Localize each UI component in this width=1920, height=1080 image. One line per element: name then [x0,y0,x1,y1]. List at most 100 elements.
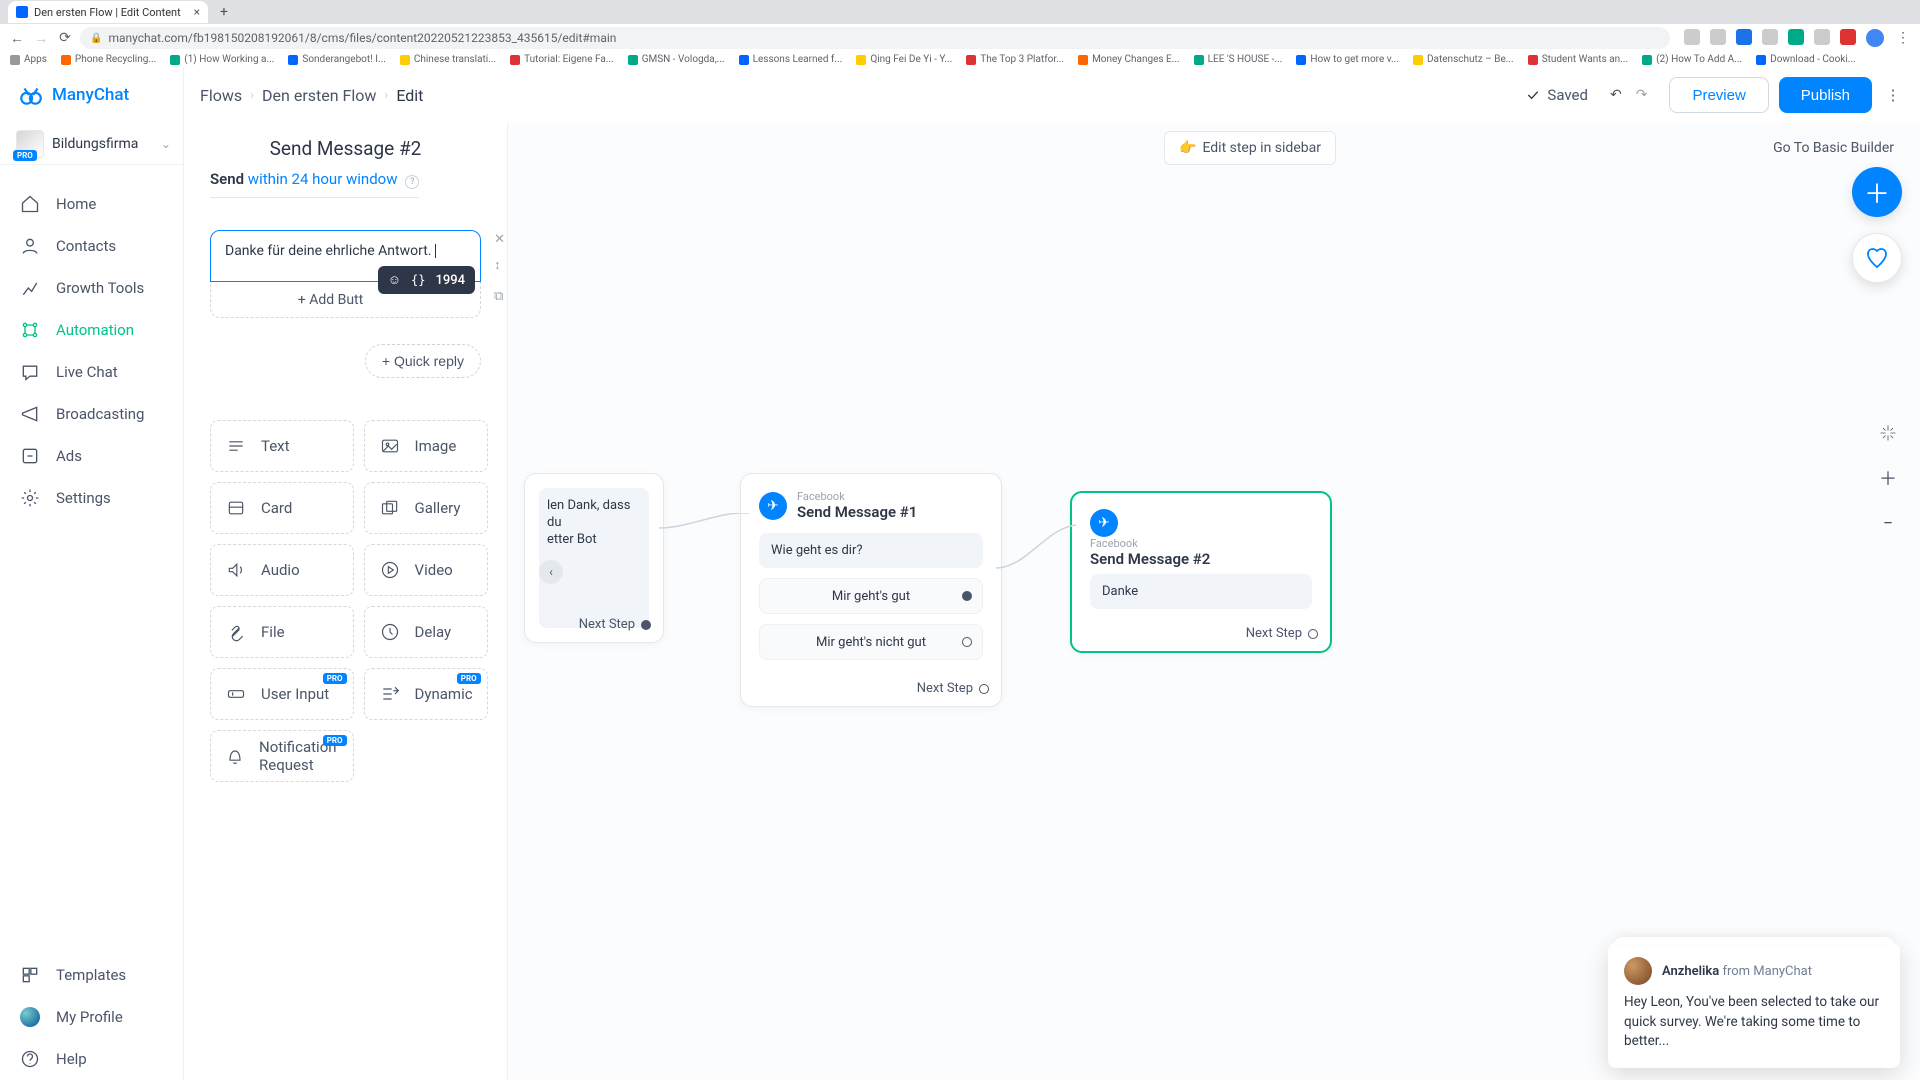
address-bar[interactable]: 🔒 manychat.com/fb198150208192061/8/cms/f… [80,27,1670,49]
nav-ads[interactable]: Ads [0,435,183,477]
nav-home[interactable]: Home [0,183,183,225]
support-chat-popup[interactable]: Anzhelika from ManyChat Hey Leon, You've… [1608,943,1900,1068]
bookmark-item[interactable]: Datenschutz – Be... [1413,54,1514,65]
bookmark-item[interactable]: Phone Recycling... [61,54,156,65]
nav-growth-tools[interactable]: Growth Tools [0,267,183,309]
crumb-flow-name[interactable]: Den ersten Flow [262,86,376,105]
bookmark-item[interactable]: Student Wants an... [1528,54,1628,65]
bookmark-item[interactable]: (1) How Working a... [170,54,274,65]
ext-icon[interactable] [1788,29,1804,45]
nav-my-profile[interactable]: My Profile [0,996,183,1038]
card-icon [225,497,247,519]
zoom-out-button[interactable]: − [1883,513,1893,534]
bookmark-item[interactable]: Download - Cooki... [1756,54,1856,65]
output-port[interactable] [979,684,989,694]
back-icon[interactable]: ← [8,29,26,47]
more-menu-button[interactable]: ⋮ [1882,77,1904,113]
resize-icon[interactable]: ↕ [494,257,505,273]
tab-strip: Den ersten Flow | Edit Content × + [0,0,1920,24]
redo-button[interactable]: ↷ [1636,87,1648,103]
preview-button[interactable]: Preview [1669,77,1768,113]
close-tab-icon[interactable]: × [194,5,200,19]
flow-node-send-message-1[interactable]: ✈ Facebook Send Message #1 Wie geht es d… [740,473,1002,707]
nav-templates[interactable]: Templates [0,954,183,996]
send-window-row[interactable]: Send within 24 hour window ? [210,170,419,198]
add-quick-reply-button[interactable]: + Quick reply [365,344,481,378]
workspace-switcher[interactable]: PRO Bildungsfirma ⌄ [0,123,183,165]
browser-tab[interactable]: Den ersten Flow | Edit Content × [8,1,208,23]
nav-contacts[interactable]: Contacts [0,225,183,267]
bookmark-item[interactable]: (2) How To Add A... [1642,54,1742,65]
crumb-flows[interactable]: Flows [200,86,242,105]
variable-insert-icon[interactable]: {} [411,273,425,287]
editor-title: Send Message #2 [184,123,507,170]
bookmark-favicon [1756,55,1766,65]
bookmark-item[interactable]: Lessons Learned f... [739,54,843,65]
ext-icon[interactable] [1684,29,1700,45]
chrome-avatar[interactable] [1866,29,1884,47]
publish-button[interactable]: Publish [1779,77,1872,113]
block-card[interactable]: Card [210,482,354,534]
undo-button[interactable]: ↶ [1610,87,1622,103]
block-dynamic[interactable]: DynamicPRO [364,668,488,720]
logo[interactable]: ManyChat [0,67,183,123]
bookmark-item[interactable]: Apps [10,54,47,65]
ext-icon[interactable] [1736,29,1752,45]
nav-live-chat[interactable]: Live Chat [0,351,183,393]
emoji-picker-icon[interactable]: ☺ [388,272,401,288]
output-port[interactable] [641,620,651,630]
flow-node-send-message-2[interactable]: ✈ Facebook Send Message #2 Danke Next St… [1070,491,1332,653]
chrome-menu-icon[interactable]: ⋮ [1894,29,1912,47]
output-port[interactable] [1308,629,1318,639]
auto-layout-icon[interactable] [1878,423,1898,443]
workspace-name: Bildungsfirma [52,136,153,152]
ext-icon[interactable] [1840,29,1856,45]
edit-step-in-sidebar-pill[interactable]: 👉 Edit step in sidebar [1164,131,1336,165]
bookmark-item[interactable]: Sonderangebot! I... [288,54,385,65]
bookmark-item[interactable]: How to get more v... [1296,54,1399,65]
close-block-icon[interactable]: ✕ [494,232,505,247]
address-row: ← → ⟳ 🔒 manychat.com/fb198150208192061/8… [0,24,1920,52]
block-notification-request[interactable]: Notification RequestPRO [210,730,354,782]
collapse-panel-icon[interactable]: ‹ [539,560,563,584]
bookmark-item[interactable]: The Top 3 Platfor... [966,54,1064,65]
block-gallery[interactable]: Gallery [364,482,488,534]
ext-icon[interactable] [1814,29,1830,45]
quick-reply-option[interactable]: Mir geht's nicht gut [759,624,983,660]
add-step-fab[interactable]: ＋ [1852,167,1902,217]
ext-icon[interactable] [1762,29,1778,45]
favorite-fab[interactable] [1852,233,1902,283]
block-text[interactable]: Text [210,420,354,472]
new-tab-button[interactable]: + [214,2,234,22]
help-tooltip-icon[interactable]: ? [405,175,419,189]
nav-help[interactable]: Help [0,1038,183,1080]
bookmark-item[interactable]: Qing Fei De Yi - Y... [856,54,952,65]
bookmark-item[interactable]: GMSN - Vologda,... [628,54,725,65]
go-to-basic-builder-button[interactable]: Go To Basic Builder [1759,131,1908,165]
block-file[interactable]: File [210,606,354,658]
bookmark-item[interactable]: LEE 'S HOUSE -... [1194,54,1283,65]
block-delay[interactable]: Delay [364,606,488,658]
block-audio[interactable]: Audio [210,544,354,596]
nav-automation[interactable]: Automation [0,309,183,351]
block-video[interactable]: Video [364,544,488,596]
output-port[interactable] [962,591,972,601]
bookmark-item[interactable]: Tutorial: Eigene Fa... [510,54,614,65]
bookmark-item[interactable]: Money Changes E... [1078,54,1180,65]
bookmark-item[interactable]: Chinese translati... [400,54,496,65]
text-icon [225,435,247,457]
profile-avatar [20,1007,40,1027]
reload-icon[interactable]: ⟳ [56,29,74,47]
output-port[interactable] [962,637,972,647]
nav-broadcasting[interactable]: Broadcasting [0,393,183,435]
duplicate-icon[interactable]: ⧉ [494,289,505,304]
chat-icon [20,362,40,382]
block-user-input[interactable]: User InputPRO [210,668,354,720]
block-image[interactable]: Image [364,420,488,472]
forward-icon[interactable]: → [32,29,50,47]
ext-icon[interactable] [1710,29,1726,45]
quick-reply-option[interactable]: Mir geht's gut [759,578,983,614]
flow-node-start[interactable]: len Dank, dass du etter Bot ‹ Next Step [524,473,664,643]
zoom-in-button[interactable]: ＋ [1879,465,1897,491]
nav-settings[interactable]: Settings [0,477,183,519]
